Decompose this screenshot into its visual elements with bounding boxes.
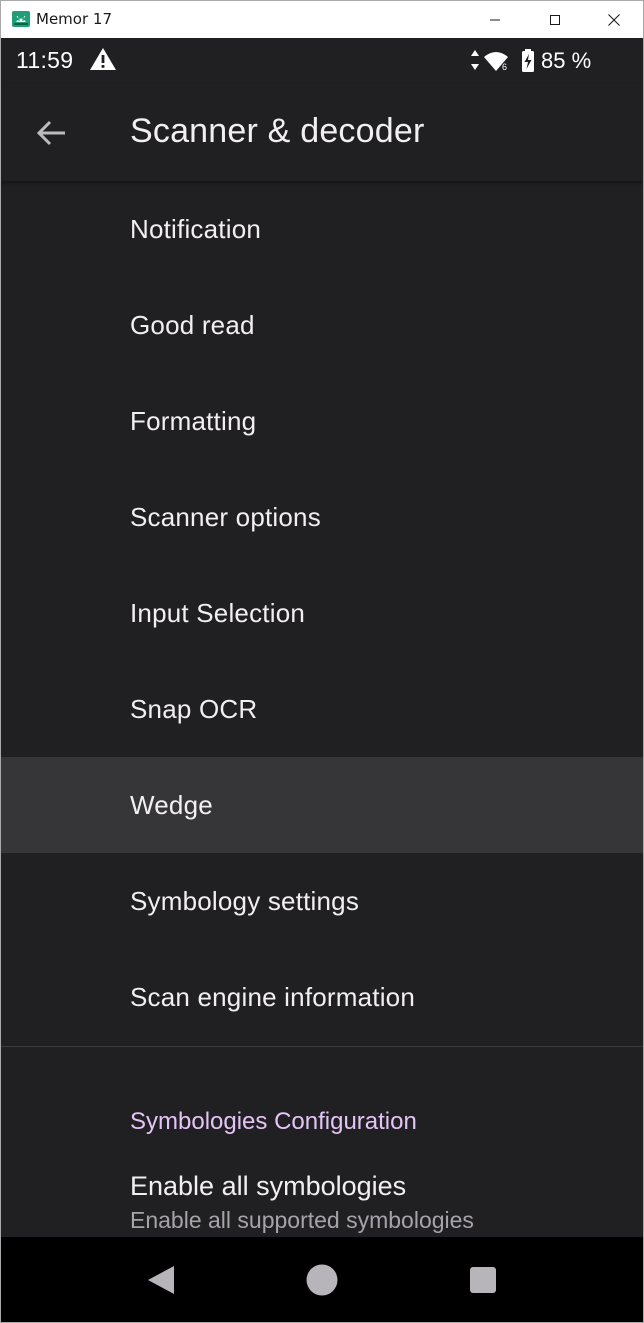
network-badge: 6 — [502, 62, 507, 72]
menu-item-label: Symbology settings — [130, 885, 360, 916]
menu-item-label: Scanner options — [130, 501, 321, 532]
menu-item-scanner-options[interactable]: Scanner options — [1, 469, 643, 565]
menu-item-scan-engine-information[interactable]: Scan engine information — [1, 949, 643, 1045]
window-titlebar[interactable]: Memor 17 — [1, 1, 643, 38]
maximize-icon — [550, 14, 560, 25]
menu-item-label: Good read — [130, 309, 255, 340]
status-bar: 11:59 6 85 % — [1, 38, 643, 84]
menu-item-label: Notification — [130, 213, 262, 244]
window-title: Memor 17 — [36, 10, 112, 28]
maximize-button[interactable] — [526, 1, 584, 38]
menu-item-label: Formatting — [130, 405, 257, 436]
menu-item-formatting[interactable]: Formatting — [1, 373, 643, 469]
category-header: Symbologies Configuration — [1, 1047, 643, 1161]
data-arrows-icon — [471, 50, 479, 70]
menu-item-input-selection[interactable]: Input Selection — [1, 565, 643, 661]
menu-item-label: Scan engine information — [130, 981, 416, 1012]
menu-item-label: Snap OCR — [130, 693, 258, 724]
menu-item-symbology-settings[interactable]: Symbology settings — [1, 853, 643, 949]
wifi-icon: 6 — [484, 52, 508, 72]
preference-title: Enable all symbologies — [130, 1171, 407, 1201]
minimize-icon — [490, 19, 500, 20]
recents-square-icon — [470, 1267, 496, 1293]
home-circle-icon — [306, 1264, 338, 1296]
android-screen: 11:59 6 85 % Scanner & decoder Notificat… — [1, 38, 643, 1322]
menu-item-wedge[interactable]: Wedge — [1, 757, 643, 853]
menu-item-good-read[interactable]: Good read — [1, 277, 643, 373]
nav-back-button[interactable] — [145, 1263, 179, 1297]
menu-item-label: Input Selection — [130, 597, 306, 628]
nav-recents-button[interactable] — [466, 1263, 500, 1297]
app-bar: Scanner & decoder — [1, 84, 643, 181]
android-app-icon — [12, 11, 30, 27]
back-triangle-icon — [148, 1266, 174, 1294]
nav-home-button[interactable] — [305, 1263, 339, 1297]
close-button[interactable] — [585, 1, 643, 38]
menu-item-label: Wedge — [130, 789, 213, 820]
minimize-button[interactable] — [466, 1, 524, 38]
preference-summary: Enable all supported symbologies — [130, 1207, 474, 1233]
warning-icon — [90, 48, 116, 70]
navigation-bar — [1, 1237, 643, 1322]
battery-percentage: 85 % — [541, 48, 592, 73]
menu-item-snap-ocr[interactable]: Snap OCR — [1, 661, 643, 757]
battery-charging-icon — [522, 49, 534, 72]
arrow-left-icon[interactable] — [35, 116, 69, 150]
signal-status-icons: 6 — [471, 49, 534, 72]
status-clock: 11:59 — [16, 47, 74, 73]
menu-item-notification[interactable]: Notification — [1, 181, 643, 277]
emulator-window: Memor 17 11:59 6 85 % Scanner & decoder … — [0, 0, 644, 1323]
close-icon — [608, 13, 620, 26]
settings-list: Notification Good read Formatting Scanne… — [1, 181, 643, 1271]
page-title: Scanner & decoder — [130, 112, 425, 150]
category-title: Symbologies Configuration — [130, 1108, 417, 1135]
